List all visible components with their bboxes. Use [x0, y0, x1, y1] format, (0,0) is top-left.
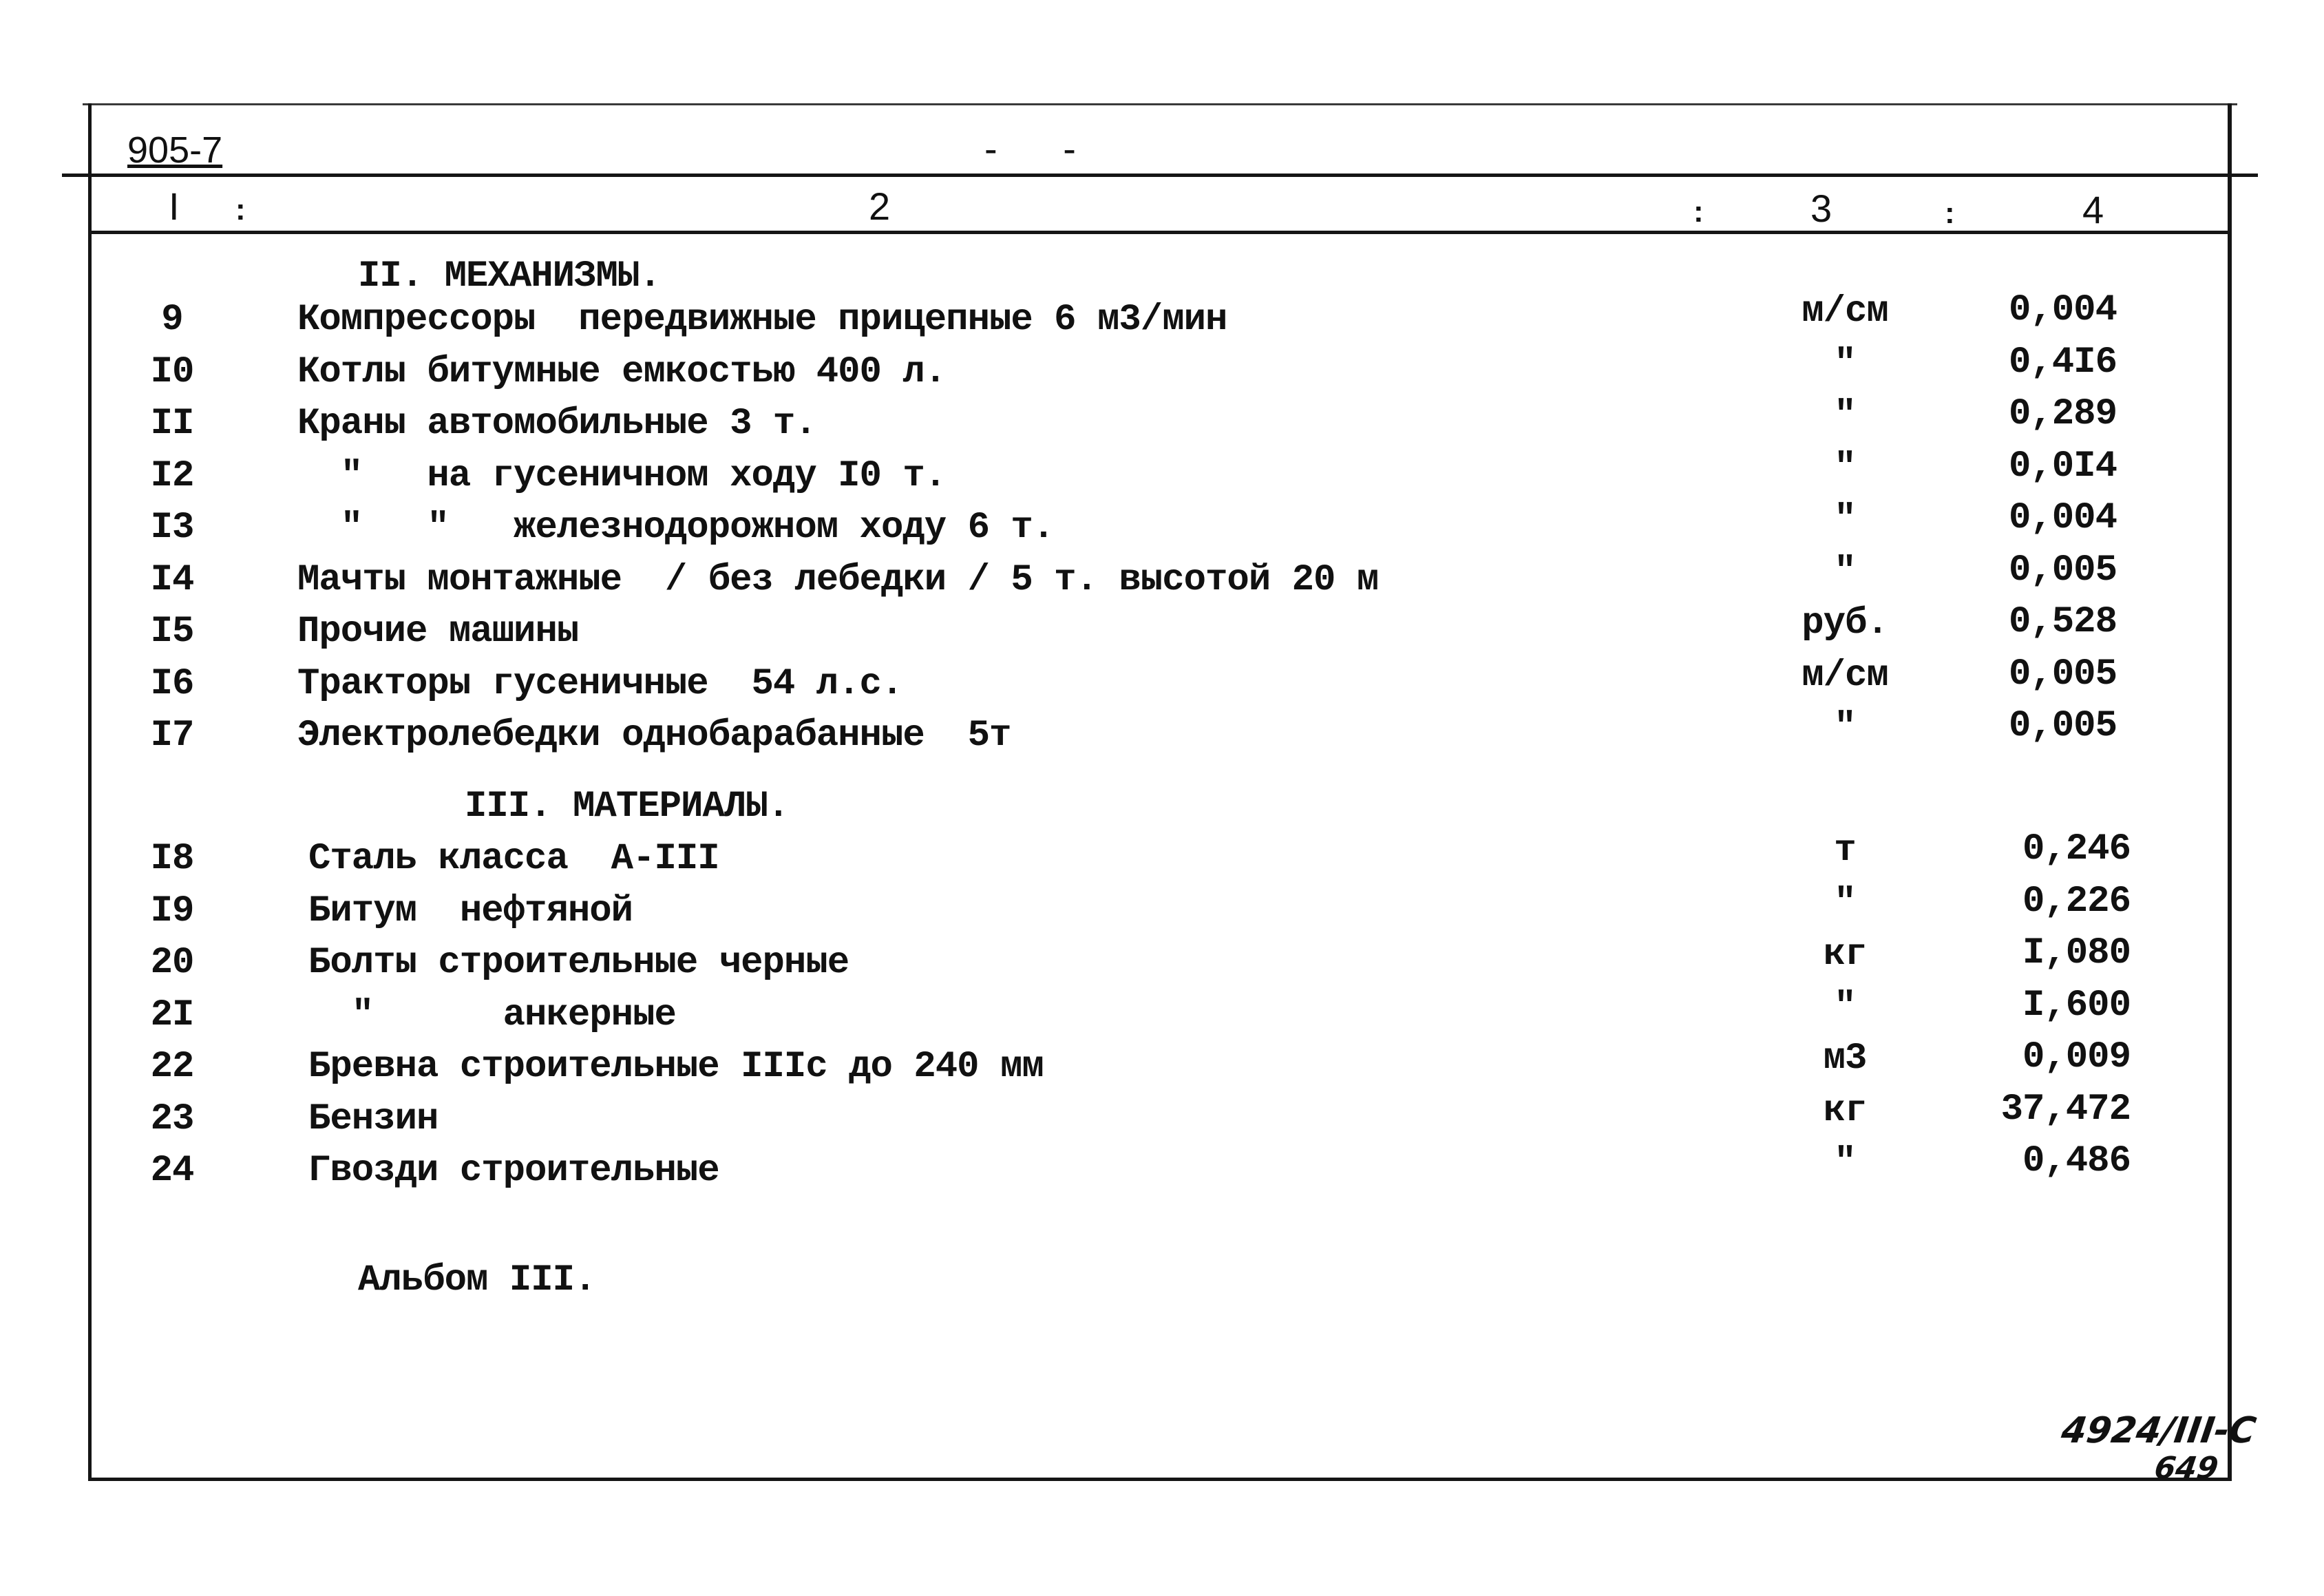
row-unit: руб.: [1802, 602, 1889, 644]
row-value: 0,246: [2022, 828, 2131, 870]
header-separator: :: [1945, 196, 1955, 230]
row-unit: ": [1834, 395, 1856, 437]
header-col-2: 2: [869, 185, 891, 228]
document-code: 905-7: [127, 129, 223, 171]
row-unit: ": [1834, 881, 1856, 924]
top-scan-edge-line: [83, 103, 2237, 105]
row-number: 20: [150, 942, 195, 984]
row-unit: ": [1834, 985, 1856, 1028]
row-name: " " железнодорожном ходу 6 т.: [297, 507, 1055, 549]
row-unit: м/см: [1802, 291, 1889, 333]
row-unit: м/см: [1802, 654, 1889, 697]
row-unit: ": [1834, 550, 1856, 593]
row-number: I4: [150, 558, 195, 601]
row-value: 0,009: [2022, 1036, 2131, 1078]
album-note: Альбом III.: [358, 1259, 596, 1301]
header-top-rule: [62, 174, 2258, 177]
row-value: 0,528: [2008, 601, 2117, 643]
row-unit: т: [1834, 830, 1856, 872]
row-name: Мачты монтажные / без лебедки / 5 т. выс…: [297, 558, 1379, 601]
row-number: 23: [150, 1098, 195, 1140]
section-title-materials: III. МАТЕРИАЛЫ.: [465, 786, 790, 828]
row-value: 0,004: [2008, 289, 2117, 331]
header-separator: :: [235, 193, 246, 227]
row-number: I5: [150, 611, 195, 653]
row-value: 0,004: [2008, 497, 2117, 539]
row-value: 37,472: [2000, 1088, 2131, 1131]
row-number: I2: [150, 454, 195, 497]
row-number: 22: [150, 1046, 195, 1088]
row-name: Бревна строительные IIIс до 240 мм: [308, 1046, 1044, 1088]
row-name: Компрессоры передвижные прицепные 6 м3/м…: [297, 299, 1227, 341]
row-value: I,080: [2022, 932, 2131, 974]
row-name: Битум нефтяной: [308, 890, 633, 932]
row-name: Электролебедки однобарабанные 5т: [297, 715, 1011, 757]
row-unit: ": [1834, 706, 1856, 748]
row-value: 0,226: [2022, 880, 2131, 923]
row-name: Тракторы гусеничные 54 л.с.: [297, 662, 903, 705]
row-name: Котлы битумные емкостью 400 л.: [297, 350, 947, 393]
header-col-4: 4: [2082, 188, 2104, 231]
row-number: I9: [150, 890, 195, 932]
row-number: I6: [150, 662, 195, 705]
row-unit: кг: [1823, 1089, 1868, 1132]
row-unit: кг: [1823, 934, 1868, 976]
row-unit: ": [1834, 446, 1856, 489]
header-bottom-rule: [88, 231, 2229, 234]
row-value: I,600: [2022, 984, 2131, 1027]
row-name: Болты строительные черные: [308, 942, 849, 984]
row-number: I8: [150, 838, 195, 880]
header-col-3: 3: [1810, 187, 1832, 230]
row-value: 0,4I6: [2008, 341, 2117, 384]
row-value: 0,005: [2008, 549, 2117, 591]
row-number: I7: [150, 715, 195, 757]
row-name: Прочие машины: [297, 611, 579, 653]
row-number: II: [150, 403, 195, 445]
row-value: 0,486: [2022, 1140, 2131, 1182]
row-number: I0: [150, 350, 195, 393]
row-value: 0,005: [2008, 653, 2117, 695]
left-border: [88, 103, 92, 1480]
row-unit: ": [1834, 498, 1856, 540]
page-mark: - -: [984, 127, 1103, 170]
archive-stamp-page: 649: [2152, 1451, 2221, 1486]
row-value: 0,005: [2008, 705, 2117, 747]
row-name: " на гусеничном ходу I0 т.: [297, 454, 947, 497]
row-unit: ": [1834, 1142, 1856, 1184]
row-number: 9: [161, 299, 183, 341]
row-number: I3: [150, 507, 195, 549]
header-separator: :: [1693, 195, 1704, 229]
row-name: Краны автомобильные 3 т.: [297, 403, 817, 445]
row-number: 2I: [150, 994, 195, 1036]
row-value: 0,0I4: [2008, 445, 2117, 487]
bottom-border: [88, 1478, 2232, 1481]
row-number: 24: [150, 1150, 195, 1192]
right-border: [2228, 103, 2232, 1480]
row-unit: ": [1834, 342, 1856, 385]
row-value: 0,289: [2008, 393, 2117, 435]
header-col-1: I: [169, 185, 180, 228]
row-unit: м3: [1823, 1038, 1868, 1080]
row-name: Гвозди строительные: [308, 1150, 720, 1192]
row-name: Бензин: [308, 1098, 439, 1140]
section-title-mechanisms: II. МЕХАНИЗМЫ.: [358, 255, 662, 297]
archive-stamp-number: 4924/III-C: [2058, 1410, 2259, 1451]
row-name: " анкерные: [308, 994, 677, 1036]
row-name: Сталь класса А-III: [308, 838, 720, 880]
